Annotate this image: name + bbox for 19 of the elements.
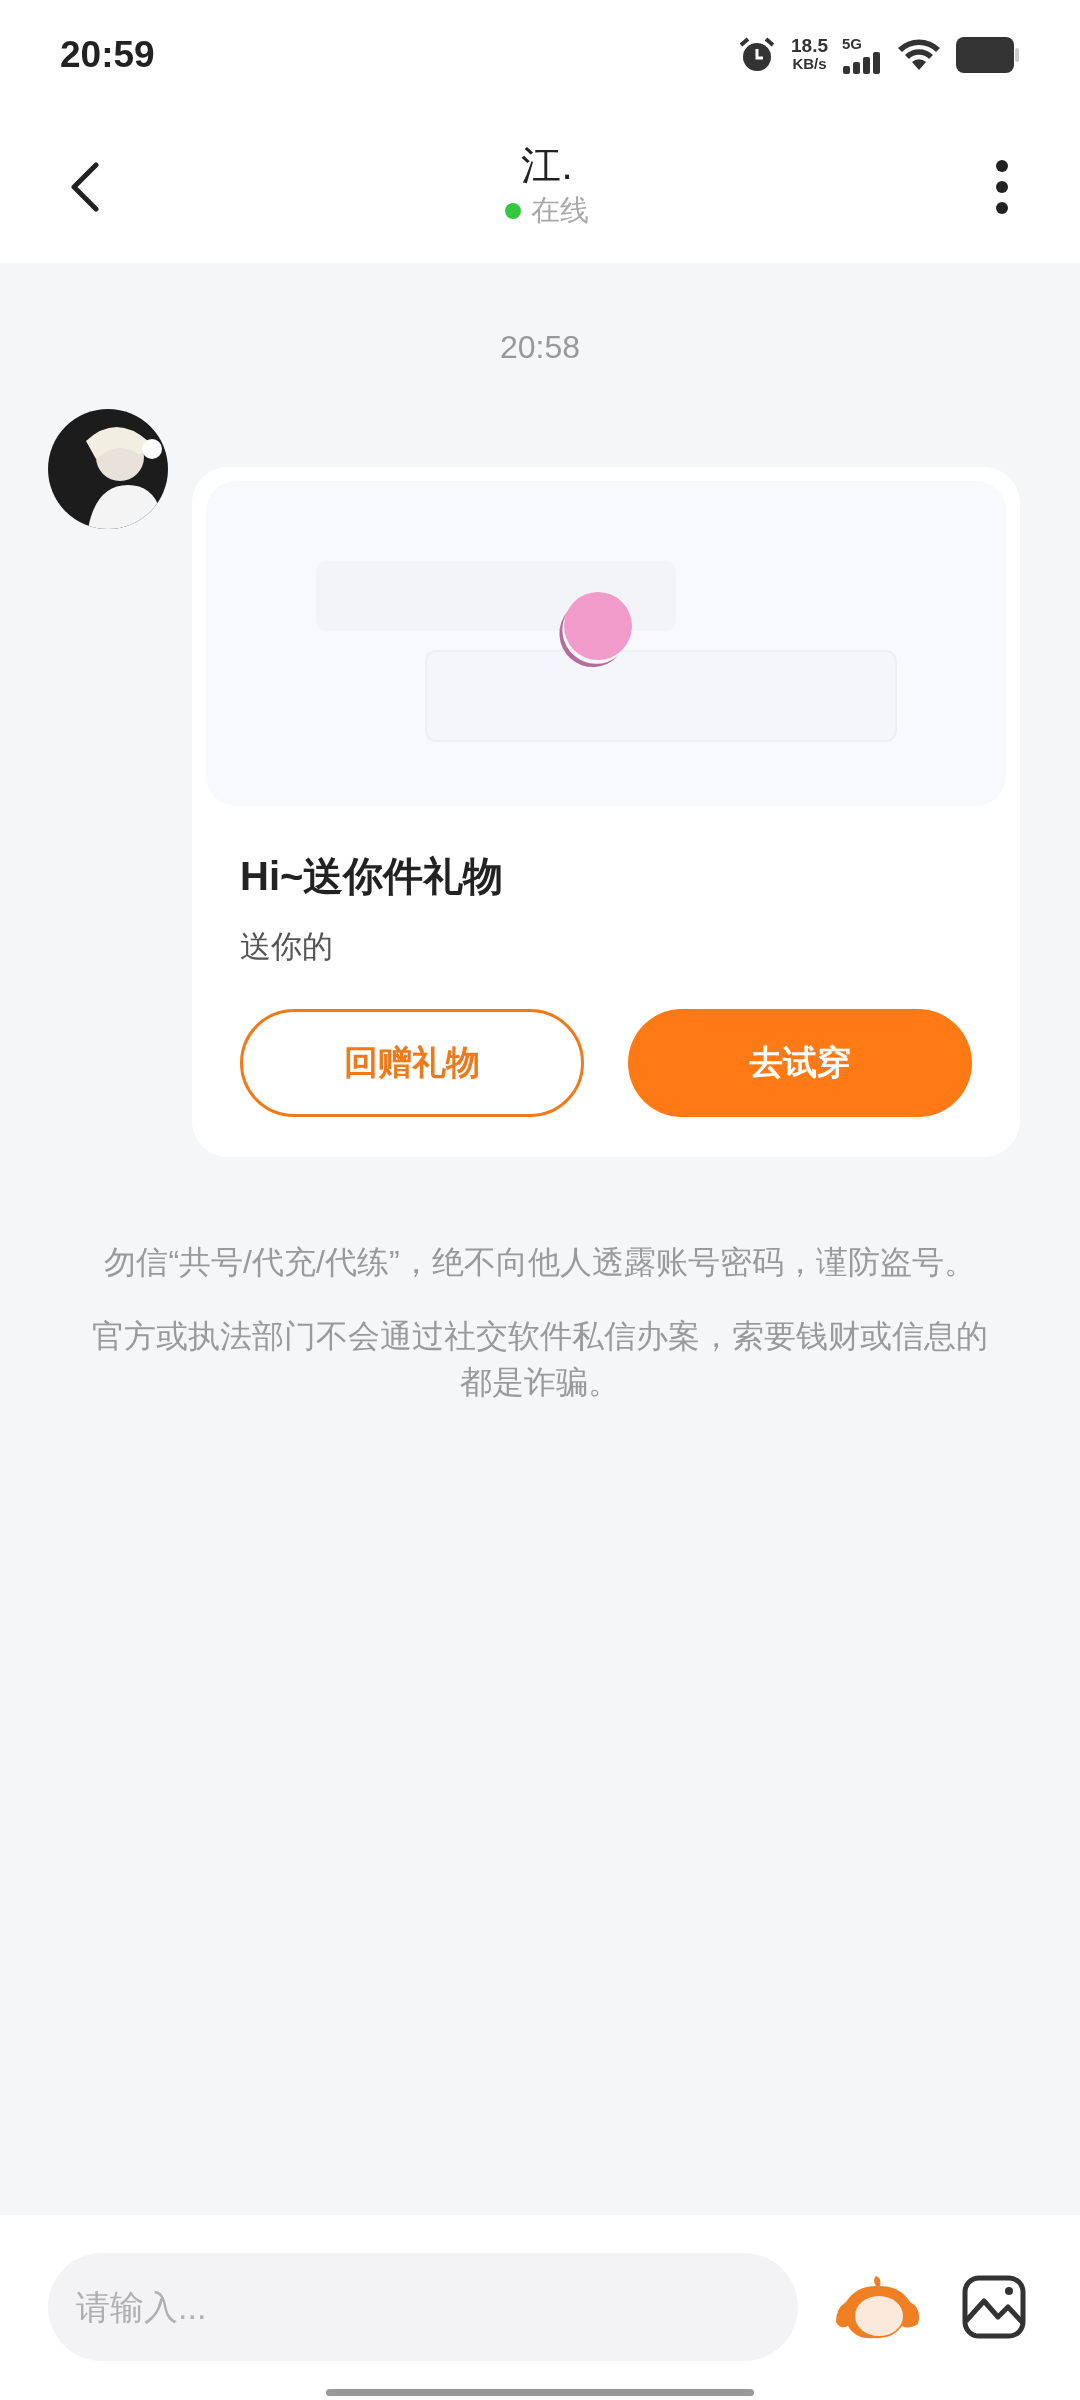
more-icon[interactable] (994, 158, 1010, 215)
back-icon[interactable] (70, 161, 100, 212)
safety-notice: 官方或执法部门不会通过社交软件私信办案，索要钱财或信息的都是诈骗。 (92, 1316, 988, 1402)
presence-label: 在线 (531, 192, 589, 228)
speed-value: 18.5 (791, 37, 828, 55)
signal-icon (842, 52, 882, 74)
card-subtitle: 送你的 (240, 928, 334, 966)
gift-action-button[interactable]: 去试穿 (628, 1008, 972, 1117)
contact-name: 江. (521, 141, 573, 189)
gift-action-button[interactable]: 回赠礼物 (240, 1008, 584, 1117)
image-icon[interactable] (962, 2275, 1026, 2339)
battery-icon (956, 37, 1020, 73)
network-label: 5G (842, 36, 862, 52)
card-title: Hi~送你件礼物 (240, 853, 505, 900)
message-input[interactable]: 请输入... (48, 2253, 798, 2361)
message-time: 20:58 (499, 328, 581, 367)
status-time: 20:59 (60, 33, 155, 78)
speed-unit: KB/s (792, 55, 827, 73)
safety-notice: 勿信“共号/代充/代练”，绝不向他人透露账号密码，谨防盗号。 (103, 1242, 977, 1282)
